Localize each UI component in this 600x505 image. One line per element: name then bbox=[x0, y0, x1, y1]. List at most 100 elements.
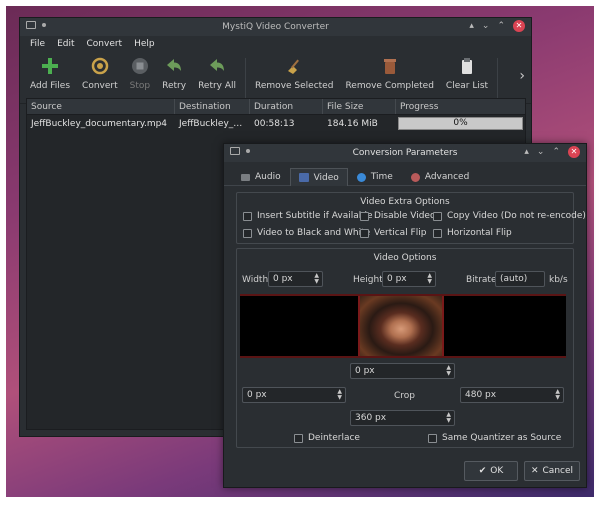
keep-above-icon[interactable]: ▴ bbox=[469, 20, 474, 32]
menu-help[interactable]: Help bbox=[128, 36, 161, 52]
same-quantizer-label: Same Quantizer as Source bbox=[442, 433, 562, 443]
disable-video-label: Disable Video bbox=[374, 211, 436, 221]
copy-video-checkbox[interactable]: Copy Video (Do not re-encode) bbox=[433, 211, 586, 221]
width-spinbox[interactable]: 0 px ▲ ▼ bbox=[268, 271, 323, 287]
insert-subtitle-checkbox[interactable]: Insert Subtitle if Available bbox=[243, 211, 373, 221]
cancel-label: Cancel bbox=[542, 466, 574, 476]
remove-completed-label: Remove Completed bbox=[345, 81, 434, 91]
vertical-flip-label: Vertical Flip bbox=[374, 228, 427, 238]
tab-advanced[interactable]: Advanced bbox=[402, 168, 478, 186]
checkbox-box bbox=[433, 228, 442, 238]
window-menu-icon[interactable] bbox=[230, 147, 240, 155]
width-value: 0 px bbox=[273, 274, 293, 284]
checkbox-box bbox=[428, 433, 437, 443]
height-value: 0 px bbox=[387, 274, 407, 284]
menu-convert[interactable]: Convert bbox=[81, 36, 129, 52]
maximize-icon[interactable]: ⌃ bbox=[497, 20, 505, 32]
disable-video-checkbox[interactable]: Disable Video bbox=[360, 211, 435, 221]
tab-time[interactable]: Time bbox=[348, 168, 402, 186]
video-frame-thumbnail bbox=[358, 296, 444, 356]
menu-edit[interactable]: Edit bbox=[51, 36, 80, 52]
list-header: Source Destination Duration File Size Pr… bbox=[27, 99, 525, 115]
retry-all-button[interactable]: Retry All bbox=[198, 56, 236, 91]
keep-above-icon[interactable]: ▴ bbox=[524, 146, 529, 158]
column-duration[interactable]: Duration bbox=[250, 99, 323, 114]
width-label: Width bbox=[242, 275, 269, 285]
crop-top-spinbox[interactable]: 0 px ▲ ▼ bbox=[350, 363, 455, 379]
height-spinbox[interactable]: 0 px ▲ ▼ bbox=[382, 271, 436, 287]
retry-icon bbox=[164, 56, 184, 76]
row-source: JeffBuckley_documentary.mp4 bbox=[31, 119, 168, 129]
pin-icon[interactable] bbox=[42, 23, 46, 27]
crop-left-spinbox[interactable]: 0 px ▲ ▼ bbox=[242, 387, 346, 403]
remove-selected-button[interactable]: Remove Selected bbox=[255, 56, 333, 91]
stop-button[interactable]: Stop bbox=[130, 56, 150, 91]
convert-button[interactable]: Convert bbox=[82, 56, 118, 91]
gear-icon bbox=[410, 172, 420, 182]
insert-subtitle-label: Insert Subtitle if Available bbox=[257, 211, 373, 221]
toolbar-separator bbox=[245, 58, 247, 98]
crop-right-spinbox[interactable]: 480 px ▲ ▼ bbox=[460, 387, 564, 403]
checkmark-icon: ✔ bbox=[478, 466, 487, 476]
add-files-label: Add Files bbox=[30, 81, 71, 91]
spin-arrows-icon[interactable]: ▲ ▼ bbox=[446, 365, 451, 377]
bitrate-input[interactable]: (auto) bbox=[495, 271, 545, 287]
window-menu-icon[interactable] bbox=[26, 21, 36, 29]
close-icon[interactable]: ✕ bbox=[513, 20, 525, 32]
bitrate-label: Bitrate bbox=[466, 275, 497, 285]
same-quantizer-checkbox[interactable]: Same Quantizer as Source bbox=[428, 433, 561, 443]
table-row[interactable]: JeffBuckley_documentary.mp4 JeffBuckley_… bbox=[27, 116, 525, 132]
ok-button[interactable]: ✔ OK bbox=[464, 461, 518, 481]
row-file-size: 184.16 MiB bbox=[327, 119, 378, 129]
toolbar: Add Files Convert Stop Retry Retry All R… bbox=[20, 52, 531, 104]
add-files-button[interactable]: Add Files bbox=[30, 56, 70, 91]
remove-completed-button[interactable]: Remove Completed bbox=[345, 56, 434, 91]
pin-icon[interactable] bbox=[246, 149, 250, 153]
spin-arrows-icon[interactable]: ▲ ▼ bbox=[314, 273, 319, 285]
vertical-flip-checkbox[interactable]: Vertical Flip bbox=[360, 228, 426, 238]
minimize-icon[interactable]: ⌄ bbox=[482, 20, 490, 32]
row-duration: 00:58:13 bbox=[254, 119, 295, 129]
chevron-right-icon[interactable]: › bbox=[519, 68, 525, 84]
checkbox-box bbox=[243, 211, 252, 221]
copy-video-label: Copy Video (Do not re-encode) bbox=[447, 211, 586, 221]
column-destination[interactable]: Destination bbox=[175, 99, 250, 114]
spin-arrows-icon[interactable]: ▲ ▼ bbox=[446, 412, 451, 424]
horizontal-flip-checkbox[interactable]: Horizontal Flip bbox=[433, 228, 512, 238]
close-icon[interactable]: ✕ bbox=[568, 146, 580, 158]
tab-bar: Audio Video Time Advanced bbox=[224, 162, 586, 186]
maximize-icon[interactable]: ⌃ bbox=[552, 146, 560, 158]
tab-video[interactable]: Video bbox=[289, 168, 348, 186]
menubar: File Edit Convert Help bbox=[20, 36, 531, 52]
retry-all-label: Retry All bbox=[198, 81, 237, 91]
deinterlace-checkbox[interactable]: Deinterlace bbox=[294, 433, 360, 443]
clear-list-button[interactable]: Clear List bbox=[446, 56, 488, 91]
column-progress[interactable]: Progress bbox=[396, 99, 525, 114]
checkbox-box bbox=[294, 433, 303, 443]
column-file-size[interactable]: File Size bbox=[323, 99, 396, 114]
retry-button[interactable]: Retry bbox=[162, 56, 186, 91]
row-destination: JeffBuckley_doc... bbox=[179, 119, 250, 129]
spin-arrows-icon[interactable]: ▲ ▼ bbox=[555, 389, 560, 401]
bitrate-unit: kb/s bbox=[549, 275, 568, 285]
plus-icon bbox=[40, 56, 60, 76]
clock-icon bbox=[356, 172, 366, 182]
menu-file[interactable]: File bbox=[24, 36, 51, 52]
crop-left-value: 0 px bbox=[247, 390, 267, 400]
tab-audio-label: Audio bbox=[255, 172, 281, 182]
cancel-icon: ✕ bbox=[530, 466, 539, 476]
stop-label: Stop bbox=[129, 81, 151, 91]
spin-arrows-icon[interactable]: ▲ ▼ bbox=[427, 273, 432, 285]
cancel-button[interactable]: ✕ Cancel bbox=[524, 461, 580, 481]
crop-bottom-spinbox[interactable]: 360 px ▲ ▼ bbox=[350, 410, 455, 426]
column-source[interactable]: Source bbox=[27, 99, 175, 114]
main-titlebar[interactable]: MystiQ Video Converter ▴ ⌄ ⌃ ✕ bbox=[20, 18, 531, 36]
black-white-checkbox[interactable]: Video to Black and White bbox=[243, 228, 370, 238]
retry-all-icon bbox=[207, 56, 227, 76]
tab-audio[interactable]: Audio bbox=[232, 168, 290, 186]
dialog-title: Conversion Parameters bbox=[352, 148, 458, 158]
spin-arrows-icon[interactable]: ▲ ▼ bbox=[337, 389, 342, 401]
checkbox-box bbox=[360, 228, 369, 238]
minimize-icon[interactable]: ⌄ bbox=[537, 146, 545, 158]
dialog-titlebar[interactable]: Conversion Parameters ▴ ⌄ ⌃ ✕ bbox=[224, 144, 586, 162]
